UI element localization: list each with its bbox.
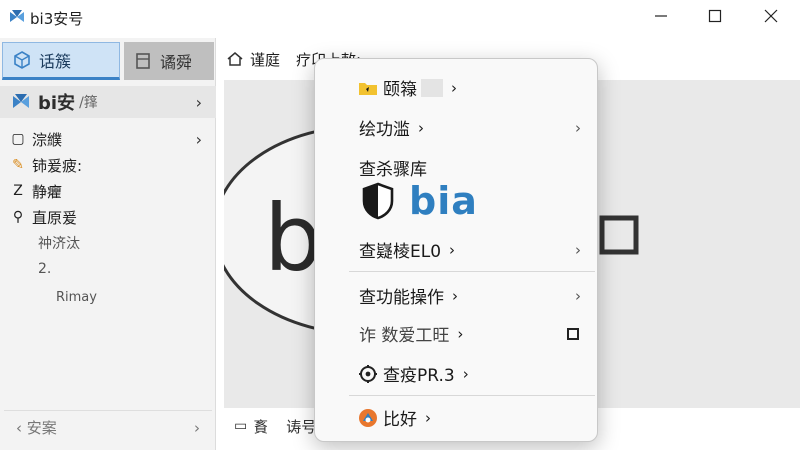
close-icon [764,9,778,23]
home-icon[interactable] [226,50,244,68]
sidebar-subitem-2[interactable]: 2. [0,256,216,282]
chevron-right-icon: › [457,324,464,343]
chevron-right-icon: › [418,118,424,137]
cube-icon [14,51,30,69]
folder-icon [359,82,377,95]
sidebar-subitem-label: Rimay [56,289,97,305]
tab-secondary-label: 谲舜 [160,53,193,72]
checkbox[interactable] [567,327,579,340]
sidebar-item-label: 直原爰 [32,208,78,227]
menu-item-3[interactable]: 查杀骤库 [315,155,599,180]
menu-item-1[interactable]: 颐簶 › [315,75,599,100]
sidebar-footer[interactable]: ‹ 安案 › [4,410,212,444]
maximize-button[interactable] [690,0,740,32]
menu-separator [349,395,595,396]
menu-item-8[interactable]: 比好 › [315,405,599,430]
sidebar-subitem-label: 2. [38,261,52,277]
sidebar-subitem-label: 祌济汰 [38,236,80,252]
menu-item-6[interactable]: 诈 数爱⼯旺 › [315,321,599,346]
chevron-right-icon: › [194,418,200,437]
chevron-right-icon: › [425,408,431,427]
title-bar: bi3安号 [0,0,800,34]
footer-label-2[interactable]: 诪号 [286,416,316,437]
chevron-right-icon: › [451,78,457,97]
menu-separator [349,271,595,272]
settings-icon [359,364,377,383]
menu-item-label: 查杀骤库 [359,160,427,180]
sidebar-item-1[interactable]: ▢ 淙纀 › [0,126,216,152]
chevron-right-icon: › [449,240,456,259]
placeholder-block [421,78,443,97]
sidebar-subitem-1[interactable]: 祌济汰 [0,230,216,256]
maximize-icon [708,9,722,23]
sidebar: 话簇 谲舜 bi安 /箨 › ▢ 淙纀 › ✎ 铈爰疲: Z 静癯 ⚲ 直原爰 … [0,38,216,450]
z-icon: Z [13,183,23,199]
minimize-button[interactable] [636,0,686,32]
menu-item-label: 查功能操作 [359,288,444,308]
menu-item-7[interactable]: 查疫PR.3 › [315,361,599,386]
page-icon: ▢ [11,131,25,147]
sidebar-item-label: 铈爰疲: [32,156,83,175]
box-icon [136,53,150,69]
tab-primary-label: 话簇 [39,52,72,71]
window-title: bi3安号 [30,10,84,28]
pencil-icon: ✎ [12,157,24,173]
brand-name: bi安 [38,93,76,114]
sidebar-item-4[interactable]: ⚲ 直原爰 [0,204,216,230]
menu-brand-text: bia [409,179,478,223]
sidebar-item-label: 静癯 [32,182,63,201]
menu-item-5[interactable]: 查功能操作 › › [315,283,599,309]
menu-brand-row: bia [315,179,599,223]
chevron-right-icon: › [575,240,581,259]
chevron-right-icon: › [575,286,581,305]
comment-icon[interactable]: ▭ [234,418,247,434]
minimize-icon [655,15,667,17]
menu-item-label: 颐簶 [383,80,417,100]
sidebar-subitem-3[interactable]: Rimay [0,284,216,310]
menu-item-label: 查嶷棱EL0 [359,242,442,262]
menu-item-4[interactable]: 查嶷棱EL0 › › [315,237,599,263]
chevron-right-icon: › [452,286,458,305]
context-menu: 颐簶 › 绘功滥 › › 查杀骤库 bia 查嶷棱EL0 › › 查功能操作 ›… [314,58,598,442]
pin-icon: ⚲ [12,209,24,225]
brand-logo-icon [13,94,29,108]
sidebar-item-2[interactable]: ✎ 铈爰疲: [0,152,216,178]
chevron-right-icon: › [575,118,581,137]
sidebar-item-label: 淙纀 [32,130,63,149]
shield-icon [362,182,394,220]
toolbar-label: 谨庭 [250,50,281,69]
sidebar-footer-label: ‹ 安案 [16,419,57,437]
menu-item-2[interactable]: 绘功滥 › › [315,115,599,141]
bia-circle-icon [359,408,377,427]
menu-item-label: 比好 [383,410,417,430]
sidebar-item-3[interactable]: Z 静癯 [0,178,216,204]
footer-label-1[interactable]: 賌 [253,416,268,437]
tab-primary[interactable]: 话簇 [2,42,120,80]
brand-sub: /箨 [79,95,98,111]
tab-secondary[interactable]: 谲舜 [124,42,214,80]
chevron-right-icon: › [195,129,202,149]
chevron-right-icon: › [195,92,202,112]
app-logo-icon [10,10,24,22]
chevron-right-icon: › [462,364,469,383]
menu-item-label: 查疫PR.3 [383,366,455,386]
brand-row[interactable]: bi安 /箨 › [0,86,216,118]
menu-item-label: 诈 数爱⼯旺 [359,326,450,346]
menu-item-label: 绘功滥 [359,120,410,140]
close-button[interactable] [746,0,796,32]
